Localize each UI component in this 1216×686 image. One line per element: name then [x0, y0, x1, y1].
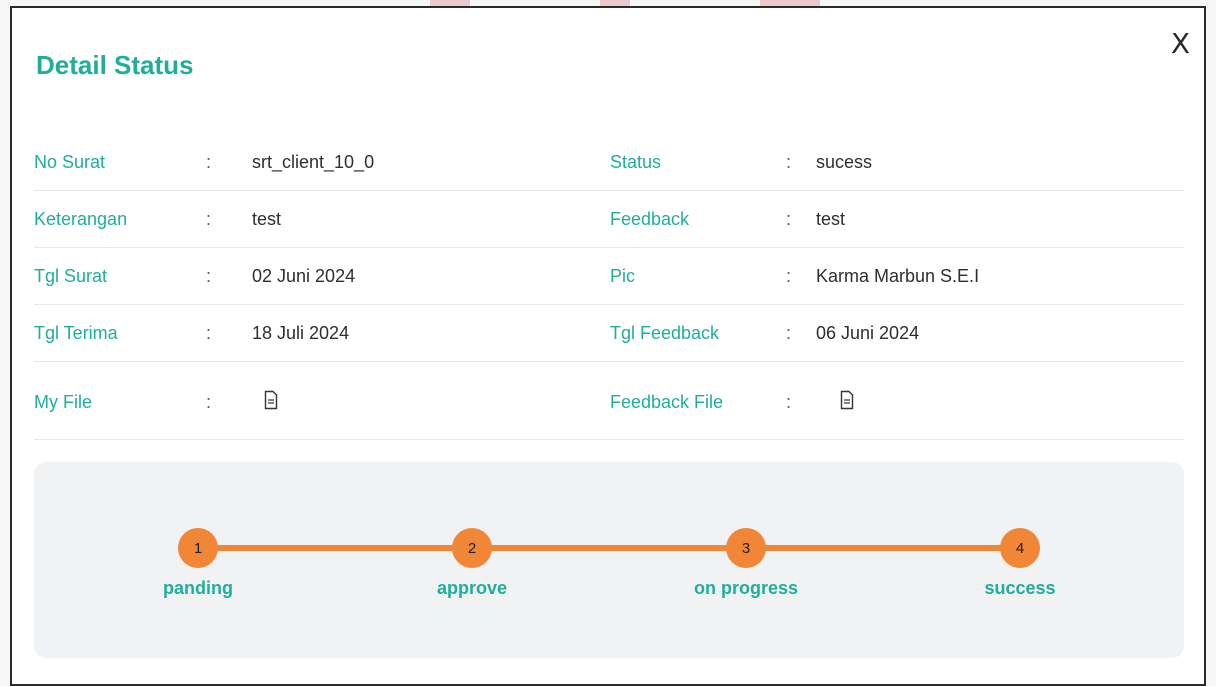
separator: : [786, 152, 792, 172]
step-3-circle: 3 [726, 528, 766, 568]
feedback-label: Feedback [610, 209, 690, 229]
detail-row: Keterangan : test Feedback : test [34, 191, 1184, 248]
pic-value: Karma Marbun S.E.I [816, 266, 980, 286]
tgl-terima-value: 18 Juli 2024 [252, 323, 350, 343]
step-4-circle: 4 [1000, 528, 1040, 568]
separator: : [786, 323, 792, 343]
separator: : [786, 209, 792, 229]
detail-grid: No Surat : srt_client_10_0 Status : suce… [34, 134, 1184, 440]
tgl-feedback-label: Tgl Feedback [610, 323, 720, 343]
pic-label: Pic [610, 266, 636, 286]
tgl-terima-label: Tgl Terima [34, 323, 118, 343]
feedback-value: test [816, 209, 846, 229]
detail-row: Tgl Terima : 18 Juli 2024 Tgl Feedback :… [34, 305, 1184, 362]
document-icon[interactable] [264, 390, 278, 410]
step-1-circle: 1 [178, 528, 218, 568]
no-surat-value: srt_client_10_0 [252, 152, 375, 172]
separator: : [786, 266, 792, 286]
document-icon[interactable] [840, 390, 854, 410]
separator: : [206, 152, 212, 172]
tgl-surat-value: 02 Juni 2024 [252, 266, 356, 286]
separator: : [206, 209, 212, 229]
status-progress-tracker: 1 panding 2 approve 3 on progress 4 succ… [34, 462, 1184, 658]
separator: : [786, 392, 792, 412]
separator: : [206, 266, 212, 286]
feedback-file-label: Feedback File [610, 392, 724, 412]
status-value: sucess [816, 152, 873, 172]
file-row: My File : Feedback File : [34, 362, 1184, 440]
step-2-circle: 2 [452, 528, 492, 568]
detail-status-modal: X Detail Status No Surat : srt_client_10… [10, 6, 1206, 686]
tgl-feedback-value: 06 Juni 2024 [816, 323, 920, 343]
tgl-surat-label: Tgl Surat [34, 266, 108, 286]
step-3-label: on progress [693, 578, 799, 598]
detail-row: Tgl Surat : 02 Juni 2024 Pic : Karma Mar… [34, 248, 1184, 305]
separator: : [206, 392, 212, 412]
status-label: Status [610, 152, 662, 172]
progress-line [198, 545, 1020, 551]
modal-title: Detail Status [36, 50, 194, 80]
close-button[interactable]: X [1171, 30, 1190, 58]
keterangan-value: test [252, 209, 282, 229]
detail-row: No Surat : srt_client_10_0 Status : suce… [34, 134, 1184, 191]
step-2-label: approve [436, 578, 508, 598]
keterangan-label: Keterangan [34, 209, 128, 229]
step-1-label: panding [163, 578, 233, 598]
separator: : [206, 323, 212, 343]
step-4-label: success [984, 578, 1056, 598]
my-file-label: My File [34, 392, 92, 412]
no-surat-label: No Surat [34, 152, 106, 172]
